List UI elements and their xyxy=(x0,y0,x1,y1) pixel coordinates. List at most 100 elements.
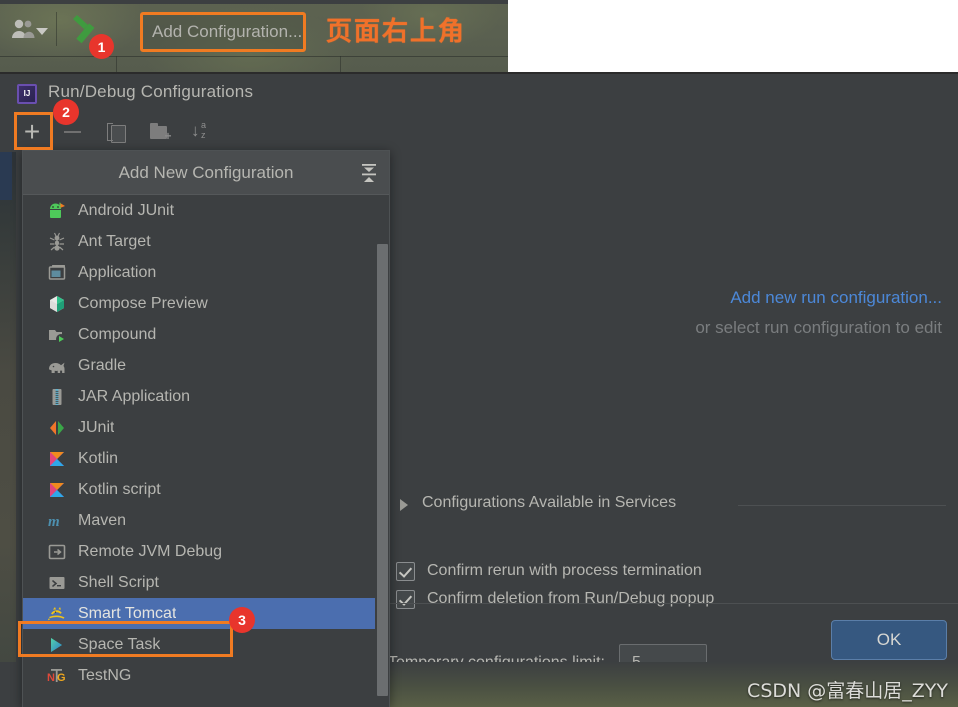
dialog-left-rail-accent xyxy=(0,152,12,200)
config-type-label: Smart Tomcat xyxy=(78,604,177,622)
strip-vline-b xyxy=(340,56,341,72)
config-type-label: Compound xyxy=(78,325,157,343)
strip-vline-a xyxy=(116,56,117,72)
popup-scrollbar-track[interactable] xyxy=(375,196,389,707)
configuration-type-list[interactable]: Android JUnit Ant Target Application Compos… xyxy=(23,195,389,707)
remote-debug-icon xyxy=(47,542,67,562)
add-new-configuration-popup: Add New Configuration Android JUnit Ant T… xyxy=(22,150,390,707)
config-type-label: JAR Application xyxy=(78,387,191,405)
new-folder-button[interactable]: + xyxy=(144,116,176,148)
config-type-label: Kotlin script xyxy=(78,480,161,498)
config-type-item[interactable]: JAR Application xyxy=(23,381,389,412)
config-type-item[interactable]: N G TestNG xyxy=(23,660,389,691)
config-type-label: Android JUnit xyxy=(78,201,175,219)
config-type-label: Maven xyxy=(78,511,127,529)
ant-icon xyxy=(47,232,67,252)
config-type-label: JUnit xyxy=(78,418,115,436)
confirm-rerun-checkbox[interactable] xyxy=(396,561,415,581)
popup-header: Add New Configuration xyxy=(23,151,389,195)
config-type-item[interactable]: Android JUnit xyxy=(23,195,389,226)
config-type-item[interactable]: JUnit xyxy=(23,412,389,443)
config-type-item[interactable]: m Maven xyxy=(23,505,389,536)
chevron-down-icon[interactable] xyxy=(36,28,48,35)
junit-icon xyxy=(47,418,67,438)
svg-text:N: N xyxy=(47,672,55,684)
config-type-label: Gradle xyxy=(78,356,127,374)
dialog-left-rail xyxy=(0,152,16,707)
config-type-label: Kotlin xyxy=(78,449,119,467)
ide-toolbar-strip: Add Configuration... 页面右上角 xyxy=(0,0,508,72)
add-configuration-button[interactable]: Add Configuration... xyxy=(152,12,302,52)
step-badge-1: 1 xyxy=(89,34,114,59)
toolbar-separator xyxy=(56,12,57,46)
confirm-rerun-label: Confirm rerun with process termination xyxy=(427,562,702,579)
confirm-deletion-checkbox[interactable] xyxy=(396,589,415,609)
smart-tomcat-icon xyxy=(47,604,67,624)
dialog-title: Run/Debug Configurations xyxy=(48,82,254,101)
kotlin-script-icon xyxy=(47,480,67,500)
config-type-item[interactable]: Compound xyxy=(23,319,389,350)
svg-text:m: m xyxy=(48,514,60,530)
footer-separator xyxy=(390,603,958,604)
config-type-item[interactable]: Ant Target xyxy=(23,226,389,257)
folder-plus-icon: + xyxy=(149,123,172,142)
config-type-item[interactable]: Gradle xyxy=(23,350,389,381)
intellij-idea-icon: IJ xyxy=(17,84,37,104)
configurations-available-in-services-section[interactable]: Configurations Available in Services xyxy=(398,494,950,516)
compose-preview-icon xyxy=(47,294,67,314)
gradle-elephant-icon xyxy=(47,356,67,376)
config-type-label: Shell Script xyxy=(78,573,159,591)
popup-title: Add New Configuration xyxy=(118,162,294,182)
android-junit-icon xyxy=(47,201,67,221)
strip-top-line xyxy=(0,0,508,4)
config-type-label: TestNG xyxy=(78,666,132,684)
config-type-item[interactable]: Space Task xyxy=(23,629,389,660)
add-new-run-configuration-link[interactable]: Add new run configuration... xyxy=(730,288,942,308)
config-type-label: Ant Target xyxy=(78,232,151,250)
copy-icon xyxy=(106,122,126,143)
config-type-item[interactable]: Application xyxy=(23,257,389,288)
testng-icon: NG xyxy=(47,666,67,686)
config-type-label: Application xyxy=(78,263,157,281)
config-type-item[interactable]: Kotlin script xyxy=(23,474,389,505)
config-type-label: Remote JVM Debug xyxy=(78,542,223,560)
services-section-label: Configurations Available in Services xyxy=(422,494,677,511)
jar-icon xyxy=(47,387,67,407)
space-task-icon xyxy=(47,635,67,655)
shell-script-icon xyxy=(47,573,67,593)
step-badge-3: 3 xyxy=(229,607,255,633)
confirm-rerun-checkbox-row[interactable]: Confirm rerun with process termination xyxy=(396,558,702,584)
dialog-title-bar: IJ Run/Debug Configurations xyxy=(0,74,958,112)
add-button-highlight-box xyxy=(14,112,53,150)
minus-icon xyxy=(63,131,81,133)
svg-text:G: G xyxy=(57,672,66,684)
sort-button[interactable]: ↓ a z xyxy=(186,116,218,148)
config-type-item[interactable]: Shell Script xyxy=(23,567,389,598)
maven-icon: m xyxy=(47,511,67,531)
application-icon xyxy=(47,263,67,283)
config-type-item[interactable]: Kotlin xyxy=(23,443,389,474)
strip-divider xyxy=(0,56,508,57)
add-new-run-configuration-hint: or select run configuration to edit xyxy=(695,318,942,337)
copy-button[interactable] xyxy=(100,116,132,148)
popup-scrollbar-thumb[interactable] xyxy=(377,244,388,696)
config-type-label: Compose Preview xyxy=(78,294,208,312)
config-type-item[interactable]: Smart Tomcat xyxy=(23,598,389,629)
confirm-deletion-label: Confirm deletion from Run/Debug popup xyxy=(427,590,715,607)
step-badge-2: 2 xyxy=(53,99,79,125)
watermark: CSDN @富春山居_ZYY xyxy=(747,680,948,702)
collapse-all-icon[interactable] xyxy=(359,162,379,184)
compound-icon xyxy=(47,325,67,345)
screenshot-root: Add Configuration... 页面右上角 1 IJ Run/Debu… xyxy=(0,0,958,707)
ok-button[interactable]: OK xyxy=(831,620,947,660)
triangle-right-icon[interactable] xyxy=(400,499,408,511)
people-icon[interactable] xyxy=(10,18,36,40)
dialog-toolbar: + + ↓ a z xyxy=(0,112,958,152)
confirm-deletion-checkbox-row[interactable]: Confirm deletion from Run/Debug popup xyxy=(396,586,714,612)
config-type-item[interactable]: Compose Preview xyxy=(23,288,389,319)
kotlin-icon xyxy=(47,449,67,469)
annotation-text-cn: 页面右上角 xyxy=(326,17,467,47)
config-type-item[interactable]: Remote JVM Debug xyxy=(23,536,389,567)
section-rule xyxy=(738,505,946,506)
config-type-label: Space Task xyxy=(78,635,161,653)
